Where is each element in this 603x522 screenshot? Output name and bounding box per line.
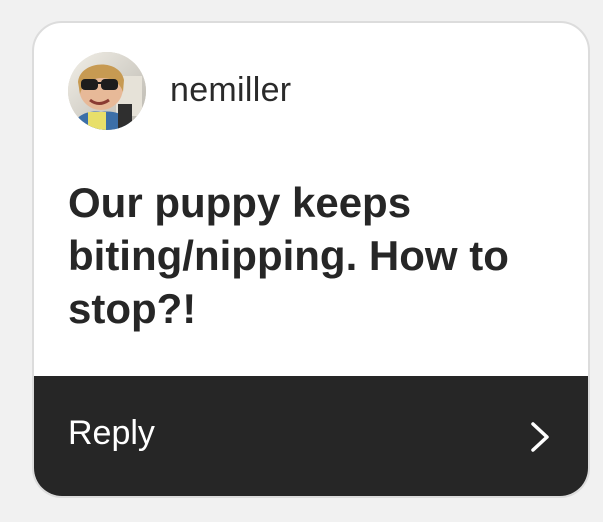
user-avatar[interactable] xyxy=(68,52,146,130)
question-text: Our puppy keeps biting/nipping. How to s… xyxy=(68,179,509,332)
reply-label: Reply xyxy=(68,414,155,452)
question-card: nemiller Our puppy keeps biting/nipping.… xyxy=(32,21,590,498)
card-header: nemiller xyxy=(34,23,588,163)
username[interactable]: nemiller xyxy=(170,71,291,110)
chevron-right-icon xyxy=(528,420,552,454)
reply-button[interactable]: Reply xyxy=(34,376,588,496)
avatar-photo-icon xyxy=(68,52,146,130)
